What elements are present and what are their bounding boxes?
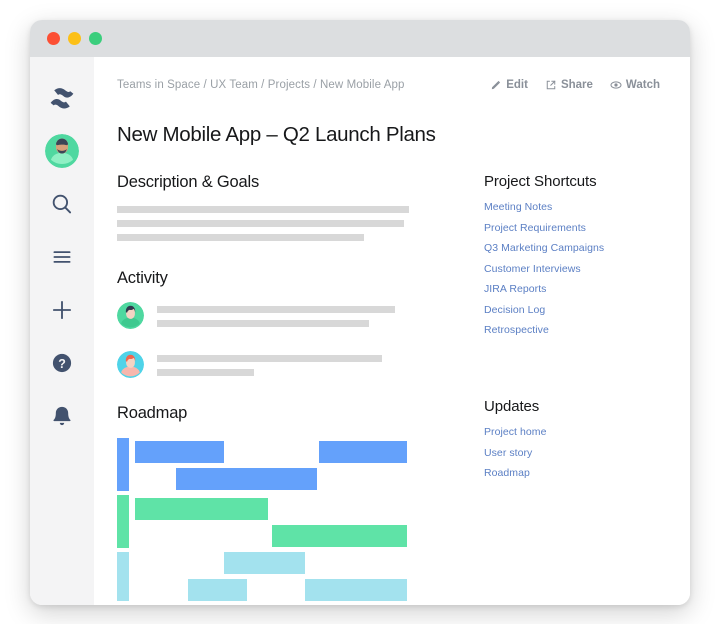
page-content: Teams in Space / UX Team / Projects / Ne… xyxy=(94,57,690,605)
gantt-group-marker xyxy=(117,552,129,601)
window-body: ? Teams in Space / UX Team / Projects / … xyxy=(30,57,690,605)
share-button-label: Share xyxy=(560,79,593,91)
activity-placeholder-text xyxy=(157,302,439,334)
plus-icon xyxy=(52,300,72,319)
share-button[interactable]: Share xyxy=(545,79,593,91)
sidebar-item-logo[interactable] xyxy=(30,71,94,124)
roadmap-gantt-chart xyxy=(117,438,439,601)
page-title: New Mobile App – Q2 Launch Plans xyxy=(117,123,436,146)
edit-button-label: Edit xyxy=(506,79,528,91)
update-link[interactable]: Project home xyxy=(484,426,660,438)
gantt-bar[interactable] xyxy=(305,579,407,601)
window-titlebar xyxy=(30,20,690,57)
sidebar-item-menu[interactable] xyxy=(30,230,94,283)
gantt-bar[interactable] xyxy=(176,468,317,490)
close-window-button[interactable] xyxy=(47,32,60,45)
svg-text:?: ? xyxy=(58,356,66,370)
activity-item xyxy=(117,302,439,334)
gantt-bar[interactable] xyxy=(135,441,224,463)
activity-item xyxy=(117,351,439,383)
gantt-bar[interactable] xyxy=(135,498,268,520)
placeholder-line xyxy=(157,369,254,376)
content-columns: Description & Goals Activity Roadmap Pro… xyxy=(117,173,660,601)
description-heading: Description & Goals xyxy=(117,173,260,191)
bell-icon xyxy=(53,406,71,425)
description-section: Description & Goals xyxy=(117,173,439,241)
sidebar-item-create[interactable] xyxy=(30,283,94,336)
content-topbar: Teams in Space / UX Team / Projects / Ne… xyxy=(117,79,660,101)
roadmap-heading: Roadmap xyxy=(117,404,188,422)
watch-button[interactable]: Watch xyxy=(610,79,660,91)
project-shortcuts-list: Meeting Notes Project Requirements Q3 Mark… xyxy=(484,201,660,336)
gantt-bar[interactable] xyxy=(188,579,247,601)
question-circle-icon: ? xyxy=(52,353,72,372)
hamburger-menu-icon xyxy=(53,250,71,263)
placeholder-line xyxy=(157,306,395,313)
project-shortcuts-heading: Project Shortcuts xyxy=(484,173,597,190)
roadmap-section: Roadmap xyxy=(117,404,439,601)
eye-icon xyxy=(610,81,622,89)
browser-window: ? Teams in Space / UX Team / Projects / … xyxy=(30,20,690,605)
share-icon xyxy=(546,80,556,90)
placeholder-line xyxy=(117,234,364,241)
confluence-logo-icon xyxy=(50,87,74,108)
placeholder-line xyxy=(117,206,409,213)
gantt-bar[interactable] xyxy=(319,441,407,463)
project-shortcut-link[interactable]: Customer Interviews xyxy=(484,263,660,275)
update-link[interactable]: User story xyxy=(484,447,660,459)
project-shortcut-link[interactable]: Retrospective xyxy=(484,324,660,336)
sidebar-item-search[interactable] xyxy=(30,177,94,230)
project-shortcut-link[interactable]: Project Requirements xyxy=(484,222,660,234)
update-link[interactable]: Roadmap xyxy=(484,467,660,479)
maximize-window-button[interactable] xyxy=(89,32,102,45)
pencil-icon xyxy=(491,80,501,90)
minimize-window-button[interactable] xyxy=(68,32,81,45)
sidebar-item-profile[interactable] xyxy=(30,124,94,177)
activity-list xyxy=(117,302,439,383)
project-shortcut-link[interactable]: JIRA Reports xyxy=(484,283,660,295)
gantt-group-marker xyxy=(117,495,129,548)
placeholder-line xyxy=(157,320,369,327)
breadcrumb[interactable]: Teams in Space / UX Team / Projects / Ne… xyxy=(117,79,405,91)
placeholder-line xyxy=(157,355,382,362)
sidebar-item-notifications[interactable] xyxy=(30,389,94,442)
gantt-bar[interactable] xyxy=(272,525,407,547)
activity-heading: Activity xyxy=(117,269,168,287)
gantt-bar[interactable] xyxy=(224,552,305,574)
activity-placeholder-text xyxy=(157,351,439,383)
description-placeholder-text xyxy=(117,206,439,241)
avatar-red-hair-cyan xyxy=(117,351,144,378)
project-shortcut-link[interactable]: Q3 Marketing Campaigns xyxy=(484,242,660,254)
project-shortcut-link[interactable]: Meeting Notes xyxy=(484,201,660,213)
page-actions: Edit Share Watch xyxy=(490,79,660,91)
placeholder-line xyxy=(117,220,404,227)
updates-section: Updates Project home User story Roadmap xyxy=(484,398,660,479)
activity-section: Activity xyxy=(117,269,439,383)
updates-heading: Updates xyxy=(484,398,540,415)
edit-button[interactable]: Edit xyxy=(490,79,528,91)
project-shortcut-link[interactable]: Decision Log xyxy=(484,304,660,316)
project-shortcuts-section: Project Shortcuts Meeting Notes Project R… xyxy=(484,173,660,336)
main-column: Description & Goals Activity Roadmap xyxy=(117,173,439,601)
updates-list: Project home User story Roadmap xyxy=(484,426,660,479)
watch-button-label: Watch xyxy=(625,79,660,91)
gantt-group-marker xyxy=(117,438,129,491)
app-sidebar: ? xyxy=(30,57,94,605)
sidebar-item-help[interactable]: ? xyxy=(30,336,94,389)
search-icon xyxy=(52,194,72,213)
activity-avatar[interactable] xyxy=(117,351,144,378)
activity-avatar[interactable] xyxy=(117,302,144,329)
right-column: Project Shortcuts Meeting Notes Project R… xyxy=(439,173,660,601)
avatar-icon xyxy=(45,133,79,168)
avatar-dark-hair-green xyxy=(117,302,144,329)
